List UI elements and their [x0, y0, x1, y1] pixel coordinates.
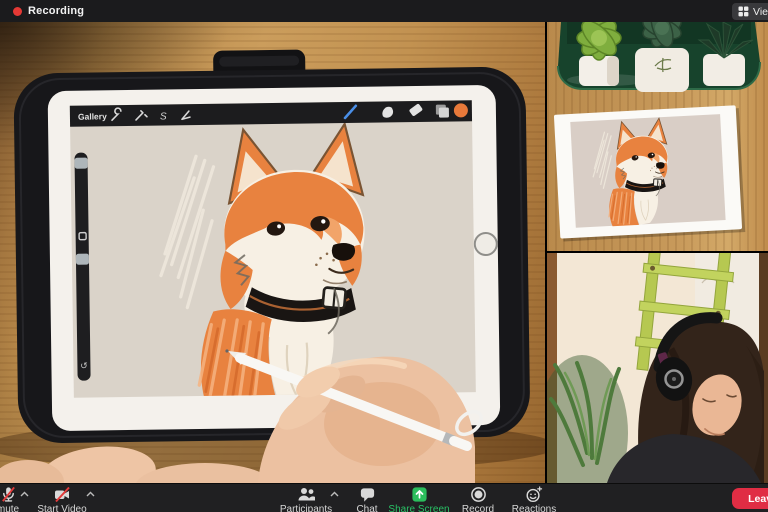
reactions-smiley-icon — [525, 486, 543, 503]
selection-tool-icon[interactable]: S — [160, 111, 167, 122]
succulent-middle — [635, 22, 689, 92]
meeting-top-bar: Recording View — [0, 0, 768, 22]
record-label: Record — [462, 504, 494, 512]
chat-label: Chat — [356, 504, 377, 512]
video-grid: Gallery S — [0, 22, 768, 483]
start-video-label: Start Video — [37, 504, 86, 512]
video-options-caret-icon[interactable] — [86, 491, 95, 497]
reactions-button[interactable]: Reactions — [494, 486, 574, 512]
zoom-meeting-window: Recording View — [0, 0, 768, 512]
video-tile-reference-desk[interactable] — [547, 22, 768, 251]
participants-icon — [297, 486, 316, 503]
brush-size-slider[interactable] — [75, 158, 88, 169]
home-button[interactable] — [475, 233, 497, 255]
meeting-toolbar: mute Start Video Participants — [0, 483, 768, 512]
unmute-label: mute — [0, 504, 19, 512]
camera-off-icon — [53, 486, 72, 503]
recording-label: Recording — [28, 5, 84, 17]
video-tile-participant[interactable] — [547, 253, 768, 483]
undo-icon[interactable]: ↺ — [80, 361, 88, 371]
main-video-tile-artist-tablet[interactable]: Gallery S — [0, 22, 545, 483]
participants-label: Participants — [280, 504, 332, 512]
gallery-button[interactable]: Gallery — [78, 111, 107, 121]
printed-reference — [554, 105, 745, 242]
view-button-label: View — [753, 6, 768, 18]
succulent-left — [576, 22, 621, 86]
gallery-view-icon — [738, 6, 749, 17]
record-icon — [470, 486, 487, 503]
chat-bubble-icon — [359, 486, 376, 503]
palm-plant — [547, 355, 628, 483]
view-button[interactable]: View — [732, 3, 768, 20]
share-screen-icon — [411, 486, 428, 503]
recording-indicator: Recording — [13, 0, 84, 22]
leave-button[interactable]: Leave — [732, 488, 768, 509]
reactions-label: Reactions — [512, 504, 556, 512]
start-video-button[interactable]: Start Video — [22, 486, 102, 512]
tablet-device: Gallery S — [13, 46, 530, 443]
recording-dot-icon — [13, 7, 22, 16]
microphone-muted-icon — [0, 486, 17, 503]
opacity-slider[interactable] — [76, 254, 89, 265]
